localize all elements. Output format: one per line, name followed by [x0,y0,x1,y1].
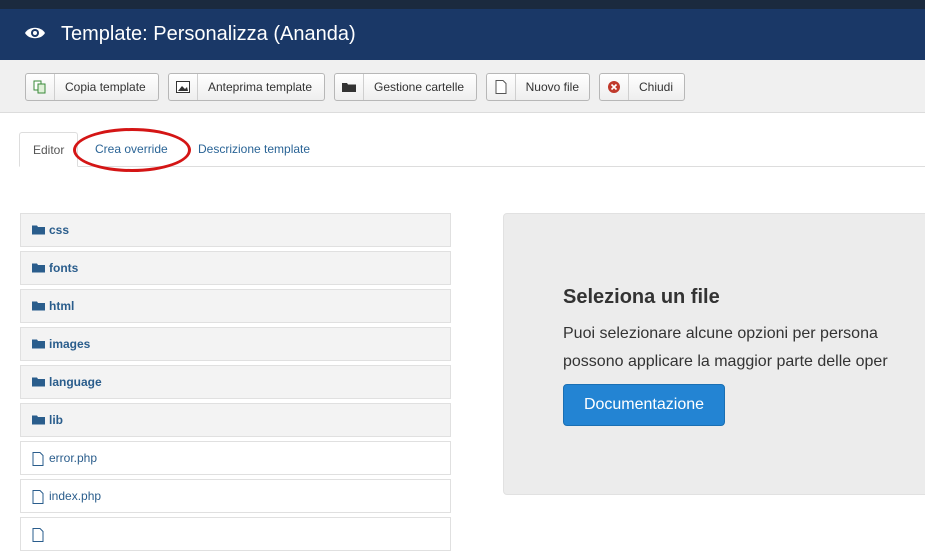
tab-bar: Editor Crea override Descrizione templat… [19,132,925,167]
new-file-button[interactable]: Nuovo file [486,73,590,101]
folder-lib[interactable]: lib [20,403,451,437]
folder-images[interactable]: images [20,327,451,361]
preview-template-button[interactable]: Anteprima template [168,73,325,101]
eye-icon [24,25,46,41]
panel-text-line2: possono applicare la maggior parte delle… [563,353,888,370]
file-error-php[interactable]: error.php [20,441,451,475]
tab-template-description[interactable]: Descrizione template [185,132,323,166]
folder-icon [32,338,46,350]
tab-editor[interactable]: Editor [19,132,79,167]
panel-heading: Seleziona un file [563,286,720,308]
folder-css[interactable]: css [20,213,451,247]
file-cutoff[interactable] [20,517,451,551]
panel-text-line1: Puoi selezionare alcune opzioni per pers… [563,325,878,342]
close-circle-icon [600,74,629,100]
documentation-button[interactable]: Documentazione [563,384,725,426]
copy-template-button[interactable]: Copia template [25,73,159,101]
tab-create-override[interactable]: Crea override [82,132,181,166]
toolbar: Copia template Anteprima template Gestio… [0,60,925,113]
file-icon [32,490,46,504]
page-header: Template: Personalizza (Ananda) [0,9,925,60]
select-file-panel: Seleziona un file Puoi selezionare alcun… [503,213,925,495]
folder-html[interactable]: html [20,289,451,323]
folder-language[interactable]: language [20,365,451,399]
file-index-php[interactable]: index.php [20,479,451,513]
folder-icon [32,224,46,236]
close-button[interactable]: Chiudi [599,73,685,101]
folder-icon [32,300,46,312]
folder-icon [32,376,46,388]
folder-fonts[interactable]: fonts [20,251,451,285]
file-icon [487,74,516,100]
copy-icon [26,74,55,100]
page-title: Template: Personalizza (Ananda) [61,23,356,45]
manage-folders-button[interactable]: Gestione cartelle [334,73,477,101]
file-icon [32,452,46,466]
folder-icon [335,74,364,100]
image-icon [169,74,198,100]
top-admin-strip [0,0,925,9]
folder-icon [32,262,46,274]
folder-icon [32,414,46,426]
